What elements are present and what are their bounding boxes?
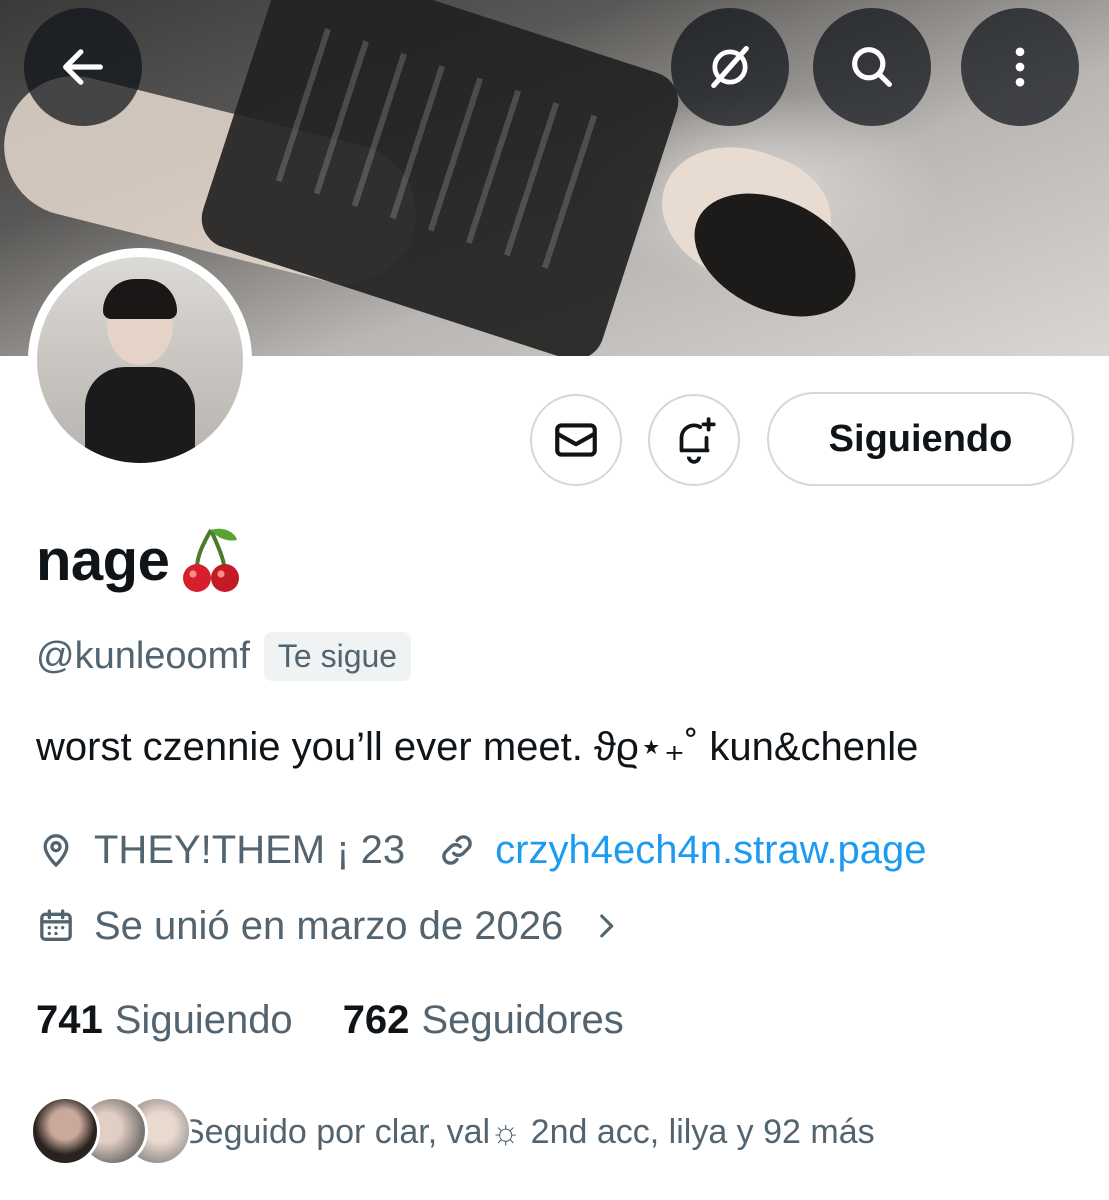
location-text: THEY!THEM ¡ 23 — [94, 827, 406, 872]
following-button[interactable]: Siguiendo — [767, 392, 1074, 486]
follows-you-badge: Te sigue — [263, 631, 412, 681]
envelope-icon — [555, 423, 597, 457]
back-button[interactable] — [24, 8, 142, 126]
following-count: 741 — [36, 997, 103, 1042]
calendar-icon — [40, 909, 72, 941]
message-button[interactable] — [530, 394, 622, 486]
display-name: nage — [36, 527, 170, 593]
username-handle: @kunleoomf — [36, 634, 250, 677]
followed-by-row[interactable]: Seguido por clar, val☼ 2nd acc, lilya y … — [30, 1094, 875, 1170]
profile-avatar[interactable] — [28, 248, 252, 472]
display-name-row: nage — [36, 520, 243, 600]
banner-photo-shirt — [193, 0, 687, 356]
arrow-left-icon — [63, 49, 103, 85]
profile-bio: worst czennie you’ll ever meet. ϑϱ⋆₊˚ ku… — [36, 725, 919, 769]
followed-by-avatars — [30, 1094, 192, 1170]
grok-button[interactable] — [671, 8, 789, 126]
search-icon — [852, 47, 892, 87]
more-vertical-icon — [1015, 47, 1025, 87]
joined-date-text: Se unió en marzo de 2026 — [94, 903, 564, 948]
followers-count: 762 — [342, 997, 410, 1042]
link-icon — [442, 835, 472, 865]
grok-icon — [711, 45, 749, 89]
location-pin-icon — [43, 834, 69, 868]
chevron-right-icon — [600, 914, 614, 938]
followers-label: Seguidores — [421, 997, 624, 1042]
joined-date-row[interactable]: Se unió en marzo de 2026 — [36, 898, 623, 954]
website-link[interactable]: crzyh4ech4n.straw.page — [495, 828, 926, 873]
profile-meta-row: THEY!THEM ¡ 23 crzyh4ech4n.straw.page — [36, 822, 927, 878]
followed-by-text: Seguido por clar, val☼ 2nd acc, lilya y … — [182, 1112, 875, 1151]
cherry-icon — [183, 528, 240, 592]
more-options-button[interactable] — [961, 8, 1079, 126]
search-button[interactable] — [813, 8, 931, 126]
following-stat[interactable]: 741 Siguiendo — [36, 998, 293, 1043]
followers-stat[interactable]: 762 Seguidores — [343, 998, 624, 1043]
notifications-button[interactable] — [648, 394, 740, 486]
avatar — [30, 1096, 100, 1166]
avatar-photo — [37, 257, 243, 463]
follow-stats: 741 Siguiendo 762 Seguidores — [36, 992, 624, 1048]
following-label: Siguiendo — [114, 997, 293, 1042]
bell-plus-icon — [679, 417, 716, 464]
handle-row: @kunleoomf Te sigue — [36, 628, 412, 684]
